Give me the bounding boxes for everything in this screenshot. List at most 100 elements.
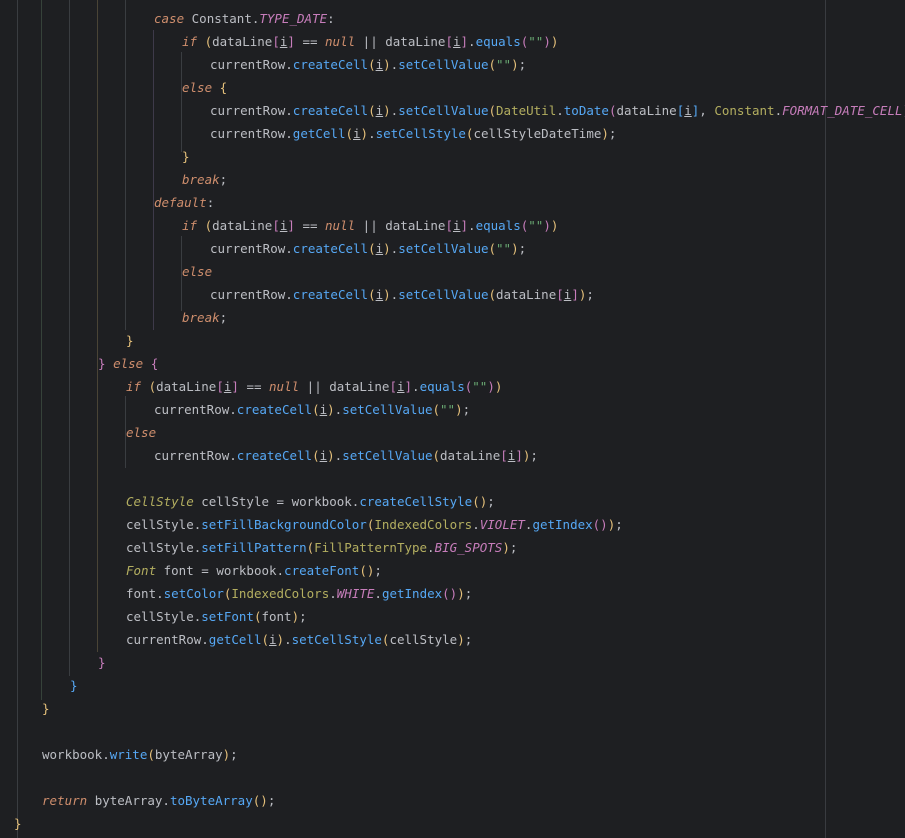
code-line[interactable]: }: [42, 697, 50, 720]
code-token: i: [375, 103, 384, 118]
code-line[interactable]: }: [98, 651, 106, 674]
code-token: ;: [509, 540, 518, 555]
code-token: || dataLine: [355, 218, 446, 233]
code-token: ): [543, 34, 551, 49]
code-token: ): [455, 402, 463, 417]
code-token: {: [150, 356, 159, 371]
code-token: (): [592, 517, 608, 532]
code-token: ]: [231, 379, 239, 394]
code-token: ;: [586, 287, 594, 302]
code-line[interactable]: }: [70, 674, 78, 697]
code-line[interactable]: case Constant.TYPE_DATE:: [154, 7, 335, 30]
code-token: ): [502, 540, 510, 555]
code-line[interactable]: Font font = workbook.createFont();: [126, 559, 382, 582]
code-line[interactable]: } else {: [98, 352, 158, 375]
code-token: ]: [404, 379, 413, 394]
code-token: currentRow.: [126, 632, 209, 647]
code-line[interactable]: currentRow.createCell(i).setCellValue(da…: [210, 283, 594, 306]
code-token: (: [368, 287, 376, 302]
code-token: "": [496, 241, 512, 256]
code-token: :: [206, 195, 215, 210]
code-token: (): [442, 586, 458, 601]
code-line[interactable]: else {: [182, 76, 227, 99]
code-token: createCell: [236, 402, 313, 417]
code-line[interactable]: currentRow.createCell(i).setCellValue(""…: [154, 398, 470, 421]
code-line[interactable]: break;: [182, 306, 227, 329]
code-token: getCell: [208, 632, 262, 647]
code-token: ]: [571, 287, 579, 302]
code-token: currentRow.: [154, 402, 237, 417]
code-token: CellStyle: [126, 494, 194, 509]
code-token: [: [272, 218, 280, 233]
code-line[interactable]: else: [126, 421, 156, 444]
code-token: ): [487, 379, 495, 394]
code-token: cellStyle.: [126, 609, 202, 624]
indent-guide-line: [17, 0, 18, 838]
code-token: || dataLine: [355, 34, 446, 49]
code-token: break: [182, 310, 220, 325]
code-token: ): [550, 34, 559, 49]
code-token: (: [312, 448, 320, 463]
code-line[interactable]: CellStyle cellStyle = workbook.createCel…: [126, 490, 495, 513]
code-editor[interactable]: case Constant.TYPE_DATE:if (dataLine[i] …: [0, 0, 905, 838]
code-token: BIG_SPOTS: [434, 540, 503, 555]
code-line[interactable]: break;: [182, 168, 227, 191]
code-token: .: [284, 632, 292, 647]
code-line[interactable]: default:: [154, 191, 214, 214]
code-token: createFont: [284, 563, 360, 578]
code-line[interactable]: currentRow.createCell(i).setCellValue(da…: [154, 444, 538, 467]
code-line[interactable]: cellStyle.setFont(font);: [126, 605, 307, 628]
code-line[interactable]: return byteArray.toByteArray();: [42, 789, 275, 812]
code-token: dataLine: [156, 379, 217, 394]
code-token: ;: [219, 172, 228, 187]
code-token: i: [452, 218, 461, 233]
code-line[interactable]: currentRow.createCell(i).setCellValue(Da…: [210, 99, 905, 122]
code-token: (): [359, 563, 375, 578]
code-token: ;: [219, 310, 228, 325]
code-token: }: [126, 333, 134, 348]
code-line[interactable]: }: [126, 329, 134, 352]
code-line[interactable]: if (dataLine[i] == null || dataLine[i].e…: [182, 214, 558, 237]
code-token: setCellValue: [398, 241, 489, 256]
code-token: [: [272, 34, 280, 49]
code-line[interactable]: currentRow.createCell(i).setCellValue(""…: [210, 237, 526, 260]
code-line[interactable]: currentRow.createCell(i).setCellValue(""…: [210, 53, 526, 76]
code-token: ): [383, 103, 391, 118]
code-token: ): [601, 126, 609, 141]
code-token: case: [154, 11, 192, 26]
code-token: i: [684, 103, 692, 118]
code-line[interactable]: else: [182, 260, 212, 283]
indent-guide-line: [97, 0, 98, 652]
code-token: else: [126, 425, 157, 440]
code-token: }: [182, 149, 190, 164]
code-token: cellStyle: [389, 632, 458, 647]
code-token: [: [216, 379, 224, 394]
code-token: setCellValue: [342, 402, 433, 417]
code-line[interactable]: currentRow.getCell(i).setCellStyle(cellS…: [210, 122, 616, 145]
code-token: .: [774, 103, 783, 118]
code-line[interactable]: if (dataLine[i] == null || dataLine[i].e…: [126, 375, 502, 398]
code-token: setCellStyle: [375, 126, 466, 141]
code-token: .: [412, 379, 420, 394]
code-token: ): [550, 218, 559, 233]
code-token: currentRow.: [210, 103, 293, 118]
code-token: i: [396, 379, 405, 394]
code-token: byteArray: [154, 747, 223, 762]
code-line[interactable]: cellStyle.setFillPattern(FillPatternType…: [126, 536, 517, 559]
code-line[interactable]: cellStyle.setFillBackgroundColor(Indexed…: [126, 513, 623, 536]
code-line[interactable]: }: [14, 812, 22, 835]
code-token: ): [327, 448, 335, 463]
code-token: i: [319, 448, 328, 463]
code-token: (: [368, 103, 376, 118]
code-token: (: [147, 747, 155, 762]
code-token: createCell: [292, 241, 369, 256]
code-line[interactable]: font.setColor(IndexedColors.WHITE.getInd…: [126, 582, 472, 605]
code-token: [: [445, 218, 453, 233]
code-line[interactable]: if (dataLine[i] == null || dataLine[i].e…: [182, 30, 558, 53]
code-token: ): [383, 241, 391, 256]
code-line[interactable]: currentRow.getCell(i).setCellStyle(cellS…: [126, 628, 472, 651]
code-token: ): [511, 241, 519, 256]
code-line[interactable]: }: [182, 145, 190, 168]
code-token: || dataLine: [299, 379, 390, 394]
code-line[interactable]: workbook.write(byteArray);: [42, 743, 238, 766]
